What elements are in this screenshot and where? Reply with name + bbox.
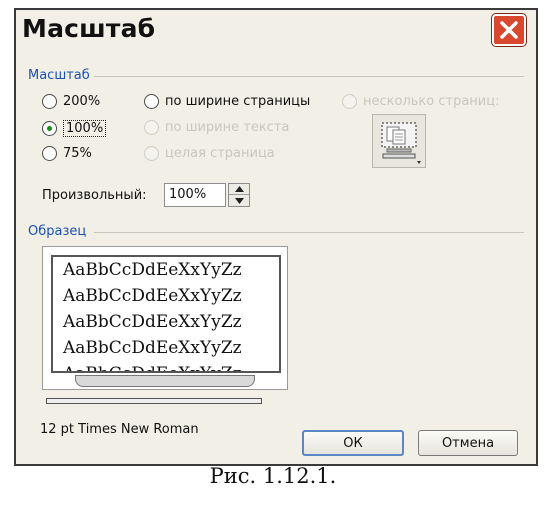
sample-preview: AaBbCcDdEeXxYyZz AaBbCcDdEeXxYyZz AaBbCc… <box>42 246 288 390</box>
close-button[interactable] <box>491 13 527 47</box>
sample-group-label: Образец <box>28 224 87 239</box>
arrow-up-icon <box>234 186 244 192</box>
zoom-spinner[interactable] <box>228 183 250 207</box>
close-icon <box>500 21 518 39</box>
dialog-title: Масштаб <box>22 14 156 43</box>
spin-down-button[interactable] <box>229 195 249 206</box>
arrow-down-icon <box>234 197 244 204</box>
radio-75-label: 75% <box>63 146 92 161</box>
radio-circle[interactable] <box>42 94 57 109</box>
sample-text-line: AaBbCcDdEeXxYyZz <box>63 338 242 358</box>
sample-text-line: AaBbCcDdEeXxYyZz <box>63 260 242 280</box>
sample-text-line: AaBbCcDdEeXxYyZz <box>63 286 242 306</box>
sample-text-line: AaBbCcDdEeXxYyZz <box>53 361 279 371</box>
radio-circle[interactable] <box>42 146 57 161</box>
radio-whole-page: целая страница <box>144 146 275 161</box>
preview-monitor-screen: AaBbCcDdEeXxYyZz AaBbCcDdEeXxYyZz AaBbCc… <box>51 255 281 373</box>
radio-whole-page-label: целая страница <box>165 146 275 161</box>
zoom-group-divider <box>94 76 524 77</box>
many-pages-button[interactable] <box>372 114 426 168</box>
radio-page-width[interactable]: по ширине страницы <box>144 94 310 109</box>
radio-many-pages: несколько страниц: <box>342 94 499 109</box>
sample-font-note: 12 pt Times New Roman <box>40 422 199 437</box>
radio-circle-disabled <box>144 146 159 161</box>
radio-page-width-label: по ширине страницы <box>165 94 311 109</box>
spin-up-button[interactable] <box>229 184 249 195</box>
radio-circle[interactable] <box>144 94 159 109</box>
ok-button[interactable]: ОК <box>302 430 404 456</box>
radio-100-label: 100% <box>63 120 107 137</box>
radio-text-width-label: по ширине текста <box>165 120 290 135</box>
radio-200[interactable]: 200% <box>42 94 100 109</box>
radio-circle-checked[interactable] <box>42 121 57 136</box>
radio-many-pages-label: несколько страниц: <box>363 94 500 109</box>
sample-group-divider <box>94 232 524 233</box>
radio-circle-disabled <box>144 120 159 135</box>
radio-circle-disabled <box>342 94 357 109</box>
monitor-pages-icon <box>381 122 421 164</box>
monitor-stand <box>75 375 255 387</box>
radio-text-width: по ширине текста <box>144 120 289 135</box>
monitor-base <box>46 398 262 404</box>
zoom-dialog: Масштаб Масштаб 200% 100% 75% по ширине … <box>14 8 538 466</box>
custom-zoom-label: Произвольный: <box>42 188 147 203</box>
cancel-button[interactable]: Отмена <box>418 430 518 456</box>
sample-text-line: AaBbCcDdEeXxYyZz <box>63 312 242 332</box>
radio-100[interactable]: 100% <box>42 120 107 137</box>
custom-zoom-input[interactable]: 100% <box>164 183 226 207</box>
zoom-group-label: Масштаб <box>28 68 90 83</box>
title-bar: Масштаб <box>16 10 536 52</box>
figure-caption: Рис. 1.12.1. <box>209 464 337 488</box>
radio-200-label: 200% <box>63 94 101 109</box>
radio-75[interactable]: 75% <box>42 146 92 161</box>
